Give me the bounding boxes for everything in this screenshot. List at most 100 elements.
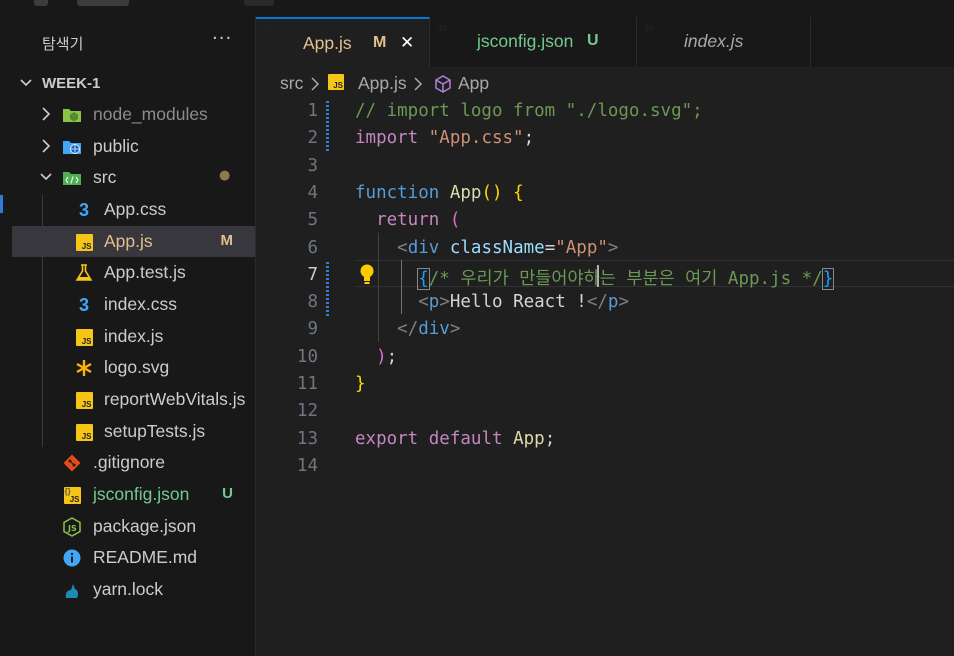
tree-item-yarn-lock[interactable]: yarn.lock	[12, 574, 255, 605]
tab-jsconfig-json[interactable]: JS jsconfig.json U	[430, 17, 637, 67]
chevron-right-icon	[414, 77, 423, 91]
tree-item-report-web-vitals[interactable]: JS reportWebVitals.js	[12, 384, 255, 415]
flask-icon	[74, 263, 94, 283]
tree-item-package-json[interactable]: JS package.json	[12, 511, 255, 542]
tree-item-node-modules[interactable]: node_modules	[12, 99, 255, 130]
tree-item-label: App.js	[104, 231, 153, 251]
tree-item-public[interactable]: public	[12, 131, 255, 162]
line-number: 10	[296, 347, 318, 367]
root-folder-row[interactable]: WEEK-1	[12, 68, 255, 99]
title-bar	[0, 0, 954, 17]
chevron-down-icon	[20, 79, 32, 87]
breadcrumb-item-src[interactable]: src	[280, 73, 303, 94]
tree-item-label: jsconfig.json	[93, 484, 190, 504]
line-number: 13	[296, 429, 318, 449]
svg-text:JS: JS	[67, 524, 77, 533]
symbol-method-icon	[435, 75, 451, 93]
breadcrumb-item-symbol[interactable]: App	[458, 73, 489, 94]
line-number: 9	[307, 319, 318, 339]
root-folder-label: WEEK-1	[42, 75, 101, 92]
code-line: // import logo from "./logo.svg";	[355, 101, 703, 121]
tree-item-label: yarn.lock	[93, 579, 164, 599]
tab-index-js[interactable]: JS index.js	[637, 17, 811, 67]
tree-item-logo-svg[interactable]: logo.svg	[12, 352, 255, 383]
code-line: import "App.css";	[355, 128, 535, 148]
tree-item-label: setupTests.js	[104, 421, 206, 441]
tab-label: jsconfig.json	[477, 31, 574, 51]
git-change-marker	[326, 262, 329, 318]
css-file-icon: 3	[78, 294, 89, 315]
nodejs-icon: JS	[62, 517, 82, 537]
line-number: 4	[307, 183, 318, 203]
tree-item-label: App.css	[104, 199, 167, 219]
tab-app-js[interactable]: JS App.js M ✕	[256, 17, 430, 67]
text-cursor	[597, 265, 599, 287]
tree-item-index-css[interactable]: 3 index.css	[12, 289, 255, 320]
tree-item-label: src	[93, 167, 117, 187]
code-line: }	[355, 374, 366, 394]
editor-tab-bar: JS App.js M ✕ JS jsconfig.json U JS inde…	[256, 17, 954, 67]
chevron-right-icon	[42, 139, 51, 153]
js-file-icon: JS	[74, 422, 94, 442]
tree-item-index-js[interactable]: JS index.js	[12, 321, 255, 352]
line-number: 6	[307, 238, 318, 258]
line-number: 11	[296, 374, 318, 394]
tree-item-label: public	[93, 136, 139, 156]
more-actions-icon[interactable]: ···	[212, 28, 232, 49]
tree-item-jsconfig[interactable]: JS{} jsconfig.json U	[12, 479, 255, 510]
tree-item-label: package.json	[93, 516, 197, 536]
code-line: return (	[376, 210, 461, 230]
node-folder-icon	[62, 105, 82, 125]
jsconfig-icon: JS{}	[63, 486, 81, 504]
js-file-icon: JS	[328, 74, 344, 95]
asterisk-svg-icon	[74, 358, 94, 378]
code-line: export default App;	[355, 429, 556, 449]
activity-bar-edge	[0, 17, 12, 656]
tree-item-readme[interactable]: README.md	[12, 542, 255, 573]
line-number: 7	[307, 265, 318, 285]
js-file-icon: JS	[74, 390, 94, 410]
code-line: {/* 우리가 만들어야하는 부분은 여기 App.js */}	[417, 268, 835, 290]
tree-item-app-test-js[interactable]: App.test.js	[12, 257, 255, 288]
tree-item-label: App.test.js	[104, 262, 186, 282]
tree-item-gitignore[interactable]: .gitignore	[12, 447, 255, 478]
breadcrumb-item-file[interactable]: App.js	[358, 73, 407, 94]
line-number: 14	[296, 456, 318, 476]
src-folder-icon	[62, 168, 82, 188]
tab-label: App.js	[303, 33, 352, 53]
yarn-cat-icon	[62, 580, 82, 600]
git-untracked-badge: U	[222, 485, 233, 502]
tree-item-setup-tests[interactable]: JS setupTests.js	[12, 416, 255, 447]
git-untracked-badge: U	[587, 32, 599, 49]
git-icon	[62, 453, 82, 473]
code-line: </div>	[397, 319, 461, 339]
chevron-right-icon	[42, 107, 51, 121]
tree-item-label: index.js	[104, 326, 164, 346]
js-file-icon: JS	[74, 232, 94, 252]
tree-item-label: logo.svg	[104, 357, 170, 377]
modified-dot: ●	[219, 168, 231, 183]
code-line: );	[376, 347, 398, 367]
chevron-right-icon	[311, 77, 320, 91]
close-icon[interactable]: ✕	[400, 33, 414, 53]
line-number: 8	[307, 292, 318, 312]
js-file-icon: JS	[74, 327, 94, 347]
code-line: <div className="App">	[397, 238, 619, 258]
code-editor[interactable]: 1 2 3 4 5 6 7 8 9 10 11 12 13 14 // impo…	[256, 97, 954, 656]
tree-item-app-css[interactable]: 3 App.css	[12, 194, 255, 225]
line-number: 5	[307, 210, 318, 230]
line-number: 1	[307, 101, 318, 121]
code-line: function App() {	[355, 183, 524, 203]
git-modified-badge: M	[220, 232, 234, 249]
line-number: 3	[307, 156, 318, 176]
chevron-down-icon	[40, 173, 52, 181]
git-change-marker	[326, 101, 329, 151]
tree-item-src[interactable]: src ●	[12, 162, 255, 193]
tree-item-label: .gitignore	[93, 452, 165, 472]
tab-label: index.js	[684, 31, 744, 51]
tree-item-app-js[interactable]: JS App.js M	[12, 226, 255, 257]
explorer-title: 탐색기	[42, 35, 84, 53]
tree-item-label: reportWebVitals.js	[104, 389, 246, 409]
git-modified-badge: M	[373, 34, 387, 51]
tree-item-label: README.md	[93, 547, 198, 567]
